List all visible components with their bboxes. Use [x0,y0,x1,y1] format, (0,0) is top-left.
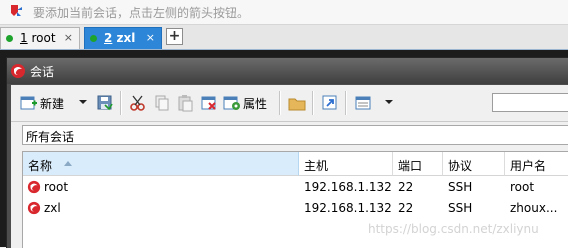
add-tab-button[interactable]: + [166,28,183,45]
tab-zxl[interactable]: 2 zxl × [84,27,162,49]
terminal-tab-strip: 1 root × 2 zxl × [0,25,568,50]
session-name: root [44,180,69,194]
view-icon[interactable] [354,94,372,112]
table-row[interactable]: root 192.168.1.132 22 SSH root [23,177,568,197]
session-host: 192.168.1.132 [304,201,392,215]
view-dropdown-arrow-icon[interactable] [385,100,393,104]
session-protocol: SSH [448,180,473,194]
session-search-input[interactable] [492,93,568,112]
tab-root[interactable]: 1 root × [0,27,80,49]
hint-bar: 要添加当前会话，点击左侧的箭头按钮。 [0,0,568,25]
toolbar-separator [312,91,314,115]
properties-button[interactable]: 属性 [243,95,267,112]
toolbar-separator [120,91,122,115]
column-header-port[interactable]: 端口 [393,152,443,176]
session-path-bar[interactable]: 所有会话 [22,125,568,145]
new-folder-icon[interactable] [288,94,306,112]
watermark-text: https://blog.csdn.net/zxliynu [368,222,539,236]
column-header-name[interactable]: 名称 [23,152,299,176]
path-text: 所有会话 [26,130,75,144]
close-tab-icon[interactable]: × [64,31,73,44]
tab-label: root [31,31,56,45]
toolbar-separator [345,91,347,115]
column-header-host[interactable]: 主机 [299,152,393,176]
xshell-logo-icon [10,63,26,79]
sessions-dialog: 会话 新建 属性 所有会话 名称 主机 端口 协议 用户名 root 192.1… [6,57,568,248]
table-row[interactable]: zxl 192.168.1.132 22 SSH zhoux... [23,198,568,218]
toolbar-divider [11,121,568,122]
session-icon [27,180,41,194]
session-username: root [510,180,535,194]
new-dropdown-arrow-icon[interactable] [79,100,87,104]
connected-status-dot [90,35,97,42]
session-name: zxl [44,201,61,215]
column-header-protocol[interactable]: 协议 [443,152,505,176]
copy-icon[interactable] [153,94,171,112]
paste-icon[interactable] [176,94,194,112]
cut-icon[interactable] [129,94,147,112]
hint-text: 要添加当前会话，点击左侧的箭头按钮。 [33,6,250,20]
tab-number: 1 [20,31,28,45]
open-shortcut-icon[interactable] [321,94,339,112]
dialog-titlebar[interactable]: 会话 [7,58,568,84]
close-tab-icon[interactable]: × [146,31,155,44]
session-icon [27,201,41,215]
session-username: zhoux... [510,201,558,215]
connected-status-dot [6,35,13,42]
table-header: 名称 主机 端口 协议 用户名 [23,152,568,176]
dialog-title: 会话 [30,65,55,79]
save-icon[interactable] [96,94,114,112]
session-host: 192.168.1.132 [304,180,392,194]
delete-icon[interactable] [200,94,218,112]
sort-ascending-icon [64,161,72,166]
new-session-button[interactable]: 新建 [40,95,64,112]
session-protocol: SSH [448,201,473,215]
session-port: 22 [398,201,414,215]
session-port: 22 [398,180,414,194]
properties-icon[interactable] [223,94,241,112]
tab-label: zxl [116,31,136,45]
add-session-arrow-icon[interactable] [8,3,24,19]
tab-number: 2 [104,31,113,45]
toolbar-separator [279,91,281,115]
session-toolbar: 新建 属性 [11,85,568,120]
new-session-icon[interactable] [20,94,38,112]
column-header-username[interactable]: 用户名 [505,152,568,176]
